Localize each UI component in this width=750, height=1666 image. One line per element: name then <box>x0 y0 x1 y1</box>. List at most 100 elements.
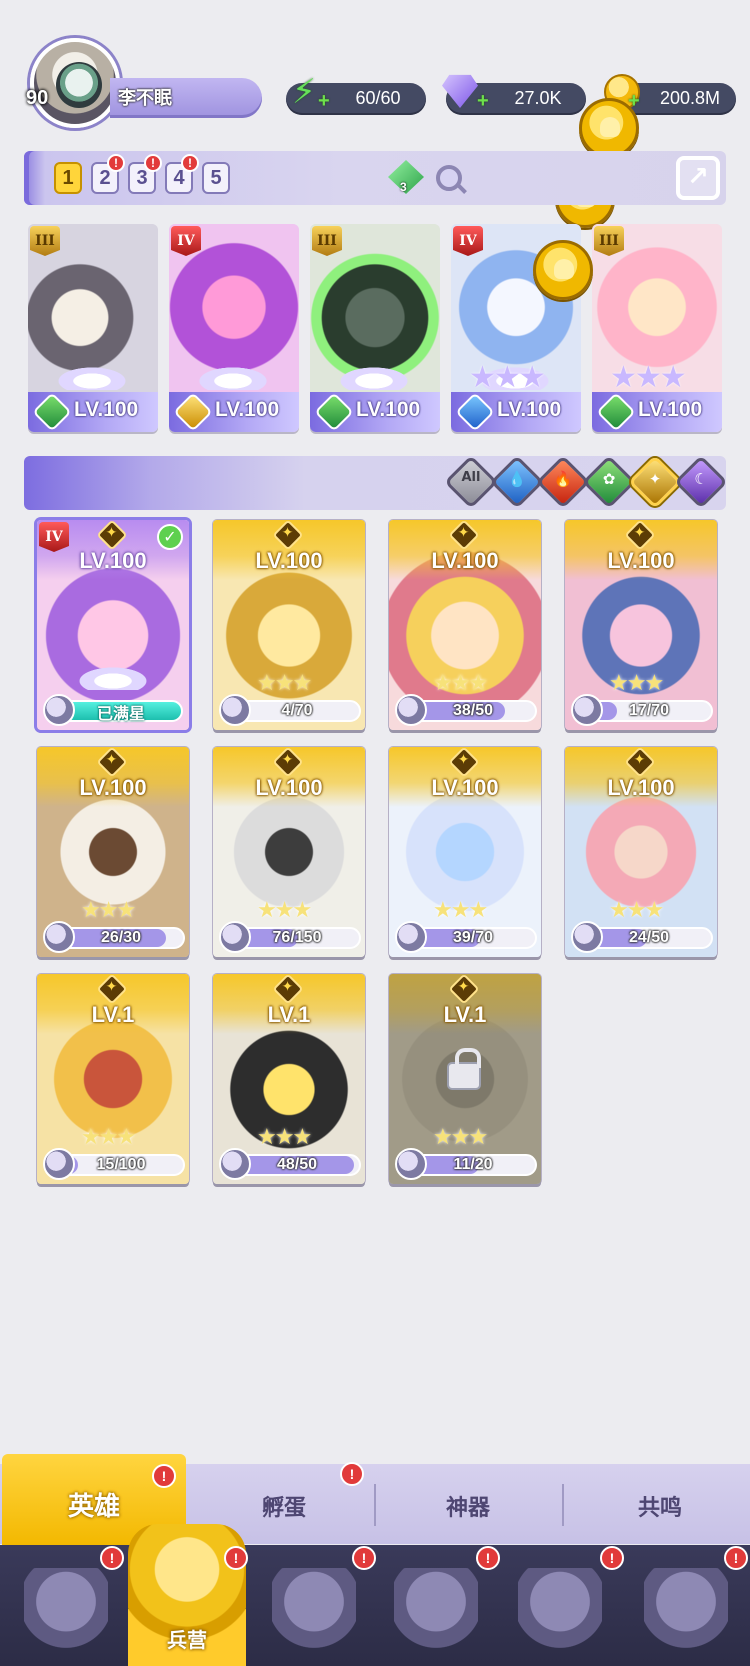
water-filter-icon: 💧 <box>507 470 527 488</box>
hero-level: LV.100 <box>255 775 323 800</box>
team-tab-alert-badge: ! <box>107 154 125 172</box>
tab-hero-alert-badge: ! <box>152 1464 176 1488</box>
castle-icon[interactable] <box>394 1568 478 1652</box>
flying-coin-icon <box>579 98 639 158</box>
tab-divider <box>562 1484 564 1526</box>
hero-shard-icon <box>219 921 251 953</box>
hero-card[interactable]: LV.1 ★★★ 11/20 <box>389 974 541 1184</box>
hero-card[interactable]: LV.100 ★★★ 38/50 <box>389 520 541 730</box>
rank-badge: III <box>594 226 624 256</box>
shard-progress-text: 15/100 <box>96 1156 146 1173</box>
nav-alert-badge: ! <box>476 1546 500 1570</box>
nav-alert-badge: ! <box>100 1546 124 1570</box>
lightning-icon: ⚡ <box>292 73 316 111</box>
star-rating: ★★★ <box>81 897 136 922</box>
check-icon: ✓ <box>157 524 183 550</box>
rank-badge: IV <box>453 226 483 256</box>
team-hero-card[interactable]: ★★★ LV.100 III <box>592 224 722 432</box>
star-rating: ★★★ <box>433 897 488 922</box>
hero-card[interactable]: LV.100 ★★★ 4/70 <box>213 520 365 730</box>
fire-filter-icon: 🔥 <box>553 470 573 488</box>
wings-emblem <box>322 360 426 390</box>
hero-card[interactable]: LV.100 ★★★ 76/150 <box>213 747 365 957</box>
energy-value: 60/60 <box>355 88 401 108</box>
tab-hatch[interactable]: 孵蛋 <box>194 1490 374 1522</box>
hero-card[interactable]: LV.1 ★★★ 15/100 <box>37 974 189 1184</box>
hero-level: LV.100 <box>431 548 499 573</box>
shard-progress-text: 76/150 <box>272 929 322 946</box>
dark-filter-icon: ☾ <box>694 470 708 488</box>
hero-card[interactable]: LV.100 ★★★ 26/30 <box>37 747 189 957</box>
nav-alert-badge: ! <box>224 1546 248 1570</box>
player-level: 90 <box>26 87 49 109</box>
nav-alert-badge: ! <box>600 1546 624 1570</box>
nav-alert-badge: ! <box>352 1546 376 1570</box>
team-tab-1[interactable]: 1 <box>54 162 82 194</box>
star-rating: ★★★ <box>433 1124 488 1149</box>
wings-emblem <box>40 360 144 390</box>
hero-card[interactable]: LV.100 IV ✓ 已满星 <box>37 520 189 730</box>
add-energy-icon[interactable]: + <box>318 90 330 113</box>
star-rating: ★★★ <box>257 670 312 695</box>
hero-card[interactable]: LV.1 ★★★ 48/50 <box>213 974 365 1184</box>
team-hero-level: LV.100 <box>497 398 562 421</box>
hero-level: LV.100 <box>607 775 675 800</box>
shard-progress-text: 26/30 <box>100 929 142 946</box>
guild-mushroom-icon[interactable] <box>518 1568 602 1652</box>
shard-progress-text: 17/70 <box>628 702 670 719</box>
hero-level: LV.100 <box>79 775 147 800</box>
map-book-icon[interactable] <box>272 1568 356 1652</box>
star-rating: ★★★ <box>609 897 664 922</box>
tab-hatch-alert-badge: ! <box>340 1462 364 1486</box>
hero-card[interactable]: LV.100 ★★★ 24/50 <box>565 747 717 957</box>
shard-progress-text: 24/50 <box>628 929 670 946</box>
hero-shard-icon <box>43 921 75 953</box>
nature-filter-icon: ✿ <box>602 470 616 488</box>
hero-shard-icon <box>571 694 603 726</box>
shard-progress-text: 48/50 <box>276 1156 318 1173</box>
star-rating: ★★★ <box>257 1124 312 1149</box>
rank-badge: IV <box>39 522 69 552</box>
banner-icon[interactable] <box>644 1568 728 1652</box>
tab-resonance[interactable]: 共鸣 <box>570 1490 750 1522</box>
team-hero-card[interactable]: LV.100 III <box>310 224 440 432</box>
tab-hero-label: 英雄 <box>67 1492 120 1522</box>
team-tab-5[interactable]: 5 <box>202 162 230 194</box>
team-hero-level: LV.100 <box>638 398 703 421</box>
lock-icon <box>447 1048 481 1090</box>
hero-card[interactable]: LV.100 ★★★ 17/70 <box>565 520 717 730</box>
gem-value: 27.0K <box>514 88 562 108</box>
star-rating: ★★★ <box>257 897 312 922</box>
share-icon[interactable]: ↗ <box>676 156 720 200</box>
hero-card[interactable]: LV.100 ★★★ 39/70 <box>389 747 541 957</box>
shard-progress-text: 11/20 <box>453 1156 493 1173</box>
shard-progress-text: 4/70 <box>281 702 313 719</box>
hero-shard-icon <box>43 694 75 726</box>
hero-level: LV.1 <box>91 1002 135 1027</box>
star-rating: ★★★ <box>81 1124 136 1149</box>
team-tab-alert-badge: ! <box>181 154 199 172</box>
hero-level: LV.100 <box>431 775 499 800</box>
hero-shard-icon <box>395 694 427 726</box>
team-hero-level: LV.100 <box>215 398 280 421</box>
coin-value: 200.8M <box>659 88 721 108</box>
tab-artifact[interactable]: 神器 <box>378 1490 558 1522</box>
star-rating: ★★★ <box>469 361 546 394</box>
wings-emblem <box>61 660 165 690</box>
barracks-nav-label: 兵营 <box>167 1628 207 1652</box>
hero-level: LV.100 <box>255 548 323 573</box>
rank-badge: III <box>312 226 342 256</box>
team-hero-card[interactable]: LV.100 III <box>28 224 158 432</box>
hero-shard-icon <box>43 1148 75 1180</box>
shard-progress-text: 38/50 <box>452 702 494 719</box>
search-icon[interactable] <box>436 165 462 191</box>
team-hero-card[interactable]: LV.100 IV <box>169 224 299 432</box>
add-gem-icon[interactable]: + <box>477 90 489 113</box>
team-hero-level: LV.100 <box>74 398 139 421</box>
hero-shard-icon <box>219 1148 251 1180</box>
team-hero-level: LV.100 <box>356 398 421 421</box>
star-rating: ★★★ <box>433 670 488 695</box>
player-name: 李不眠 <box>118 88 172 108</box>
cards-icon[interactable] <box>24 1568 108 1652</box>
hero-shard-icon <box>571 921 603 953</box>
